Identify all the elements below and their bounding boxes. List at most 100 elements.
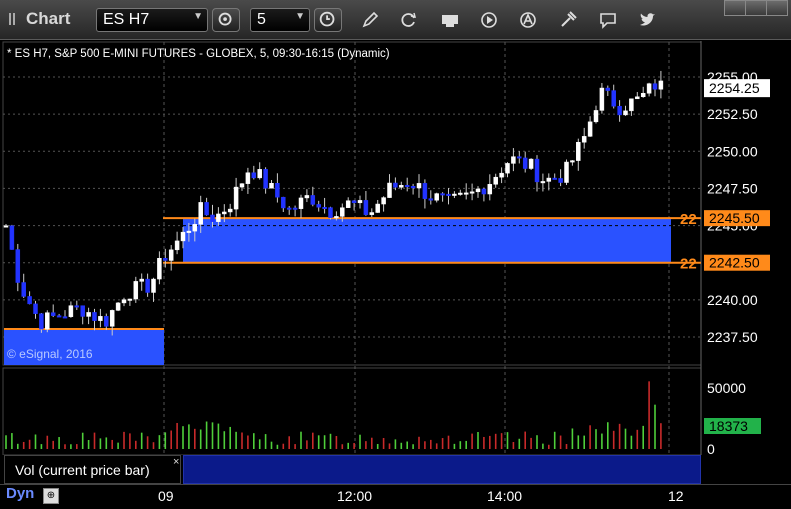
candle-body	[564, 161, 569, 183]
candle-body	[245, 172, 251, 184]
candle-body	[458, 192, 463, 195]
candle-body	[281, 196, 286, 209]
candle-body	[139, 278, 144, 282]
volume-study-name: Vol (current price bar)	[15, 462, 150, 478]
candle-body	[511, 156, 516, 164]
candle-body	[517, 156, 522, 159]
candle-body	[251, 172, 257, 179]
candle-body	[222, 211, 227, 215]
symbol-settings-button[interactable]	[212, 8, 240, 32]
interval-value: 5	[257, 11, 266, 28]
symbol-input[interactable]: ES H7 ▼	[96, 8, 208, 32]
comment-icon[interactable]	[598, 10, 618, 30]
zone-price-text: 2245.50	[709, 210, 760, 226]
gear-icon	[218, 12, 232, 26]
candle-body	[404, 185, 410, 188]
candle-body	[27, 296, 32, 305]
zone-marker-text: 22	[680, 256, 697, 273]
study-info-bar	[183, 455, 701, 484]
lock-icon[interactable]: ⊕	[43, 488, 59, 504]
candle-body	[593, 110, 599, 123]
candle-body	[558, 178, 563, 183]
candle-body	[599, 87, 605, 111]
zone-marker-text: 22	[680, 211, 697, 228]
interval-input[interactable]: 5 ▼	[250, 8, 310, 32]
candle-body	[393, 182, 398, 188]
candle-body	[121, 299, 127, 304]
candle-body	[9, 225, 15, 250]
twitter-icon[interactable]	[638, 10, 658, 30]
price-axis-label: 2250.00	[707, 143, 758, 159]
zone-fill	[183, 218, 671, 263]
chart-toolbar: Chart ES H7 ▼ 5 ▼	[0, 0, 791, 40]
candle-body	[652, 83, 658, 90]
copyright-watermark: © eSignal, 2016	[7, 347, 93, 361]
candle-body	[416, 183, 422, 189]
chevron-down-icon[interactable]: ▼	[295, 11, 305, 22]
candle-body	[192, 224, 198, 232]
candle-body	[499, 172, 504, 178]
candle-body	[39, 313, 44, 330]
window-minimize-button[interactable]	[724, 0, 746, 16]
candle-body	[345, 200, 351, 208]
window-restore-button[interactable]	[745, 0, 767, 16]
candle-body	[463, 192, 469, 195]
candle-body	[62, 316, 68, 319]
candle-body	[528, 158, 534, 169]
volume-axis-label: 0	[707, 441, 715, 455]
chevron-down-icon[interactable]: ▼	[193, 11, 203, 22]
zone-price-text: 2242.50	[709, 255, 760, 271]
candle-body	[428, 198, 434, 201]
close-icon[interactable]: ×	[173, 456, 179, 468]
candle-body	[298, 197, 304, 209]
candle-body	[204, 202, 209, 216]
alert-icon[interactable]	[518, 10, 538, 30]
candle-body	[646, 83, 652, 94]
interval-clock-button[interactable]	[314, 8, 342, 32]
get-icon[interactable]	[440, 10, 460, 30]
candle-body	[434, 193, 439, 201]
candle-body	[534, 158, 540, 183]
play-icon[interactable]	[479, 10, 499, 30]
candle-body	[157, 258, 162, 280]
price-chart[interactable]: 2255.002252.502250.002247.502245.002240.…	[0, 41, 791, 455]
price-axis-label: 2247.50	[707, 180, 758, 196]
candle-body	[552, 177, 557, 180]
window-title: Chart	[26, 9, 71, 28]
candle-body	[381, 197, 386, 205]
candle-body	[92, 312, 97, 321]
candle-body	[86, 312, 91, 317]
volume-study-label[interactable]: Vol (current price bar) ×	[4, 455, 181, 484]
candle-body	[45, 312, 50, 330]
candle-body	[316, 204, 321, 208]
candle-body	[363, 200, 369, 215]
candle-body	[617, 105, 622, 116]
candle-body	[133, 281, 139, 300]
time-label: 12	[668, 488, 684, 504]
symbol-value: ES H7	[103, 11, 150, 28]
support-resistance-zone[interactable]	[4, 217, 701, 365]
pencil-icon[interactable]	[360, 10, 380, 30]
candle-body	[292, 207, 298, 210]
candle-body	[640, 93, 646, 98]
candle-body	[304, 195, 310, 199]
candle-body	[56, 315, 62, 318]
window-close-button[interactable]	[766, 0, 788, 16]
settings-icon[interactable]	[558, 10, 578, 30]
candle-body	[3, 225, 9, 228]
candle-body	[475, 188, 481, 193]
time-label: 12:00	[337, 488, 373, 504]
candle-body	[210, 214, 215, 222]
candle-body	[357, 200, 363, 204]
refresh-icon[interactable]	[399, 10, 419, 30]
candle-body	[493, 176, 498, 185]
candle-body	[109, 310, 115, 327]
candle-body	[410, 185, 416, 189]
price-axis-label: 2252.50	[707, 106, 758, 122]
candle-body	[629, 98, 634, 112]
chart-app-icon	[9, 13, 15, 25]
price-axis-label: 2240.00	[707, 292, 758, 308]
candle-body	[587, 121, 593, 137]
dynamic-mode-label[interactable]: Dyn	[6, 485, 34, 502]
candle-body	[50, 312, 56, 316]
